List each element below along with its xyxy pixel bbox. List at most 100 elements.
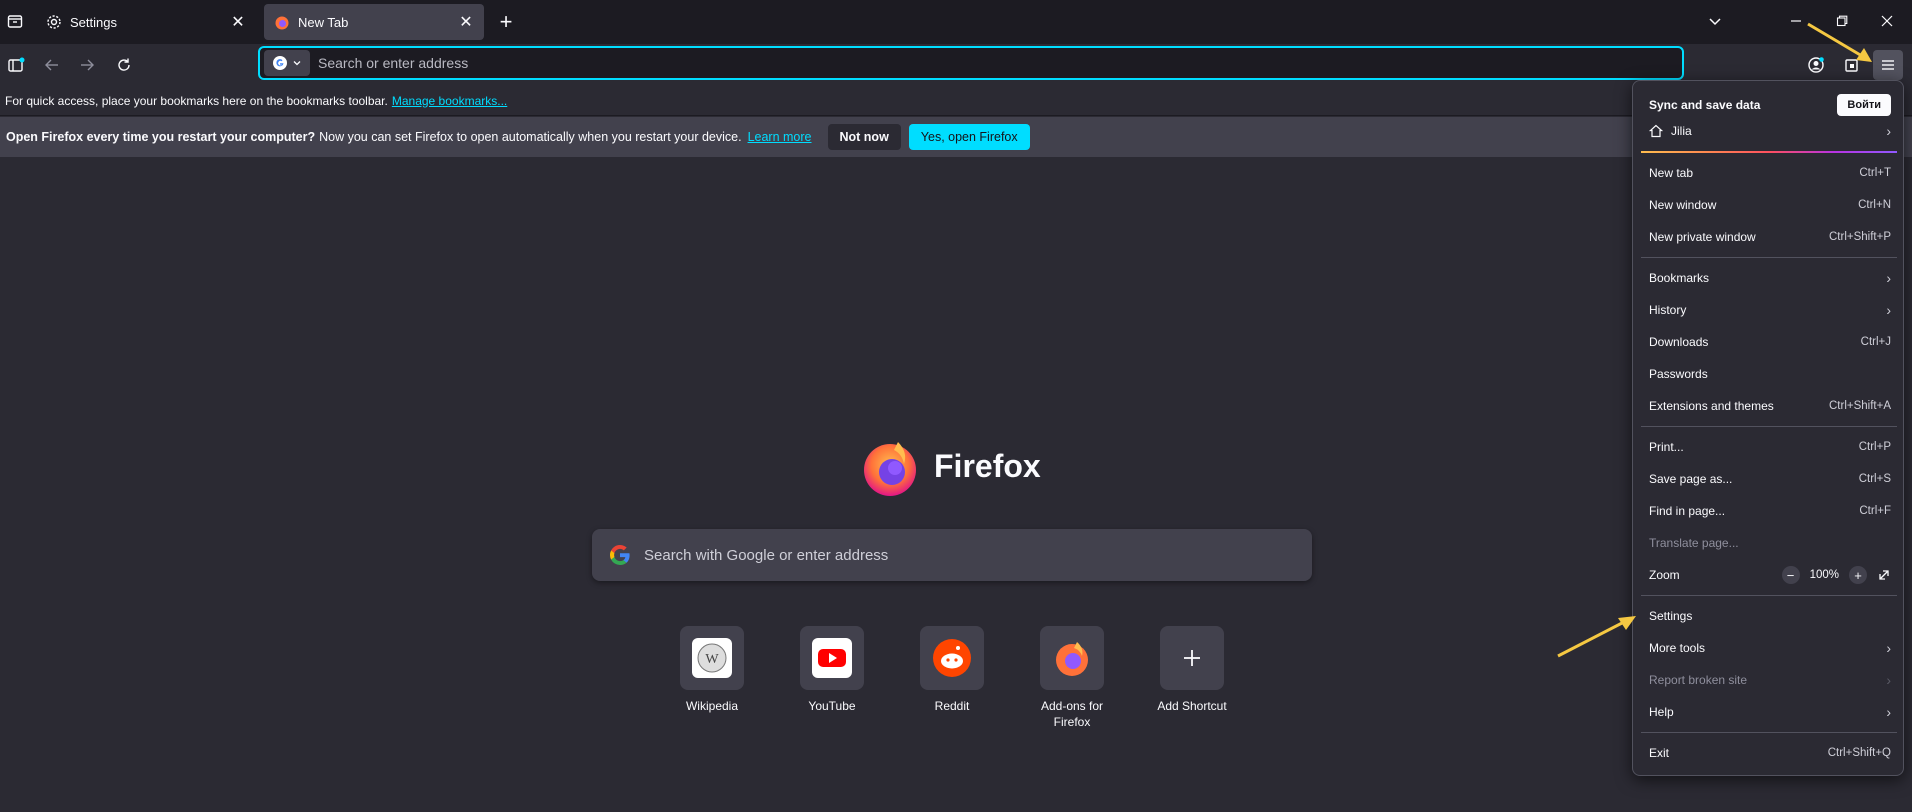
shortcut-label: Reddit	[934, 699, 970, 713]
brand-name: Firefox	[934, 447, 1041, 484]
extensions-button[interactable]	[1837, 50, 1867, 80]
profile-button[interactable]: Jilia ›	[1641, 117, 1897, 145]
menu-bookmarks[interactable]: Bookmarks ›	[1641, 264, 1897, 292]
zoom-level[interactable]: 100%	[1810, 569, 1839, 581]
menu-save-page[interactable]: Save page as... Ctrl+S	[1641, 465, 1897, 493]
chevron-right-icon: ›	[1886, 672, 1891, 688]
app-menu-panel: Sync and save data Войти Jilia › New tab…	[1632, 80, 1904, 776]
manage-bookmarks-link[interactable]: Manage bookmarks...	[392, 94, 507, 108]
menu-label: Downloads	[1649, 335, 1709, 349]
learn-more-link[interactable]: Learn more	[748, 130, 812, 144]
menu-shortcut: Ctrl+Shift+P	[1829, 231, 1891, 243]
shortcut-addons[interactable]: Add-ons for Firefox	[1022, 626, 1122, 730]
close-tab-button[interactable]: ✕	[226, 10, 250, 34]
google-icon	[610, 544, 630, 565]
menu-label: Find in page...	[1649, 504, 1726, 518]
fullscreen-icon	[1879, 570, 1889, 580]
menu-label: Zoom	[1649, 568, 1680, 582]
search-engine-button[interactable]	[264, 50, 310, 76]
menu-shortcut: Ctrl+Shift+Q	[1827, 747, 1891, 759]
yes-open-firefox-button[interactable]: Yes, open Firefox	[908, 124, 1030, 150]
tab-label: New Tab	[298, 14, 349, 30]
new-tab-button[interactable]: +	[492, 8, 520, 36]
chevron-right-icon: ›	[1886, 704, 1891, 720]
open-menu-button[interactable]	[1873, 50, 1903, 80]
menu-label: History	[1649, 303, 1687, 317]
not-now-button[interactable]: Not now	[827, 124, 901, 150]
menu-shortcut: Ctrl+S	[1858, 473, 1891, 485]
zoom-in-button[interactable]: +	[1849, 566, 1867, 584]
menu-exit[interactable]: Exit Ctrl+Shift+Q	[1641, 739, 1897, 767]
newtab-search-placeholder: Search with Google or enter address	[644, 546, 889, 564]
menu-label: New private window	[1649, 230, 1756, 244]
annotation-arrow-settings	[1557, 616, 1636, 658]
menu-shortcut: Ctrl+Shift+A	[1829, 400, 1891, 412]
sidebar-icon	[8, 57, 25, 72]
menu-passwords[interactable]: Passwords	[1641, 360, 1897, 388]
menu-zoom: Zoom − 100% +	[1641, 561, 1897, 589]
extensions-icon	[1845, 59, 1858, 72]
plus-icon	[1184, 650, 1200, 666]
menu-extensions-themes[interactable]: Extensions and themes Ctrl+Shift+A	[1641, 392, 1897, 420]
menu-new-private-window[interactable]: New private window Ctrl+Shift+P	[1641, 223, 1897, 251]
menu-history[interactable]: History ›	[1641, 296, 1897, 324]
forward-button[interactable]	[72, 50, 102, 80]
chevron-right-icon: ›	[1886, 123, 1891, 139]
menu-label: More tools	[1649, 641, 1706, 655]
hamburger-menu-icon	[1882, 60, 1894, 70]
back-button[interactable]	[37, 50, 67, 80]
zoom-out-button[interactable]: −	[1781, 566, 1800, 584]
tab-settings[interactable]: Settings ✕	[36, 4, 256, 40]
shortcut-tile	[920, 626, 984, 690]
add-shortcut-button[interactable]: Add Shortcut	[1142, 626, 1242, 714]
close-window-button[interactable]	[1872, 6, 1902, 36]
chevron-down-icon	[293, 61, 301, 66]
menu-shortcut: Ctrl+N	[1858, 199, 1891, 211]
menu-shortcut: Ctrl+T	[1859, 167, 1891, 179]
restore-button[interactable]	[1827, 6, 1857, 36]
shortcut-label: Add-ons for Firefox	[1040, 699, 1104, 729]
menu-label: Extensions and themes	[1649, 399, 1774, 413]
fullscreen-button[interactable]	[1877, 568, 1891, 582]
minimize-button[interactable]	[1781, 6, 1811, 36]
shortcut-label: Wikipedia	[685, 699, 739, 713]
menu-label: New tab	[1649, 166, 1694, 180]
shortcut-wikipedia[interactable]: W Wikipedia	[662, 626, 762, 714]
tab-new-tab[interactable]: New Tab ✕	[264, 4, 484, 40]
tab-overview-button[interactable]	[2, 8, 28, 34]
sign-in-button[interactable]: Войти	[1837, 94, 1891, 116]
menu-find-in-page[interactable]: Find in page... Ctrl+F	[1641, 497, 1897, 525]
list-all-tabs-button[interactable]	[1700, 6, 1730, 36]
youtube-icon	[812, 638, 852, 678]
menu-shortcut: Ctrl+J	[1860, 336, 1891, 348]
menu-label: Settings	[1649, 609, 1693, 623]
menu-report-broken-site[interactable]: Report broken site ›	[1641, 666, 1897, 694]
menu-new-tab[interactable]: New tab Ctrl+T	[1641, 159, 1897, 187]
shortcut-youtube[interactable]: YouTube	[782, 626, 882, 714]
tab-overview-icon	[7, 15, 23, 28]
menu-separator	[1641, 732, 1897, 733]
menu-translate-page[interactable]: Translate page...	[1641, 529, 1897, 557]
newtab-search-box[interactable]: Search with Google or enter address	[592, 529, 1312, 581]
menu-more-tools[interactable]: More tools ›	[1641, 634, 1897, 662]
menu-new-window[interactable]: New window Ctrl+N	[1641, 191, 1897, 219]
wikipedia-icon: W	[692, 638, 732, 678]
sidebar-button[interactable]	[1, 50, 31, 80]
menu-help[interactable]: Help ›	[1641, 698, 1897, 726]
sync-title: Sync and save data	[1649, 98, 1761, 112]
close-tab-button[interactable]: ✕	[454, 10, 478, 34]
menu-settings[interactable]: Settings	[1641, 602, 1897, 630]
shortcut-label: YouTube	[808, 699, 856, 713]
menu-label: Report broken site	[1649, 673, 1748, 687]
menu-separator	[1641, 595, 1897, 596]
close-icon	[1881, 15, 1893, 27]
menu-downloads[interactable]: Downloads Ctrl+J	[1641, 328, 1897, 356]
account-icon	[1808, 57, 1824, 73]
menu-print[interactable]: Print... Ctrl+P	[1641, 433, 1897, 461]
menu-label: Exit	[1649, 746, 1670, 760]
reload-button[interactable]	[109, 50, 139, 80]
shortcut-reddit[interactable]: Reddit	[902, 626, 1002, 714]
shortcut-tile: W	[680, 626, 744, 690]
account-button[interactable]	[1801, 50, 1831, 80]
url-input[interactable]	[318, 55, 1682, 71]
